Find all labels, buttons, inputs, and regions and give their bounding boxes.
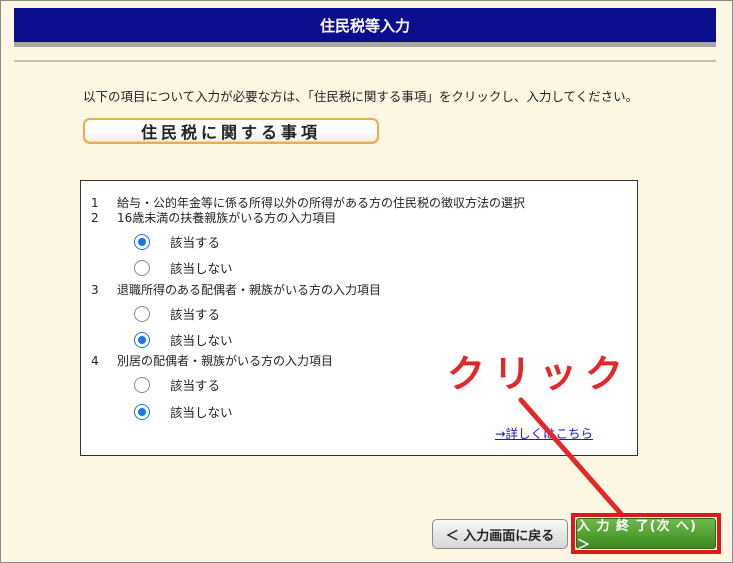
item-2-option-no[interactable]: 該当しない xyxy=(134,258,233,277)
item-2: 2 16歳未満の扶養親族がいる方の入力項目 xyxy=(80,209,336,226)
item-number: 1 xyxy=(91,196,99,210)
click-annotation: クリック xyxy=(447,352,632,396)
item-4-option-yes[interactable]: 該当する xyxy=(134,375,220,394)
item-3-option-yes[interactable]: 該当する xyxy=(134,304,220,323)
instruction-text: 以下の項目について入力が必要な方は、「住民税に関する事項」をクリックし、入力して… xyxy=(83,89,639,104)
radio-button[interactable] xyxy=(134,233,150,250)
option-label: 該当する xyxy=(170,307,221,322)
item-text: 16歳未満の扶養親族がいる方の入力項目 xyxy=(117,211,337,225)
back-to-input-button[interactable]: ＜ 入力画面に戻る xyxy=(432,519,568,549)
item-number: 3 xyxy=(91,283,99,297)
item-4: 4 別居の配偶者・親族がいる方の入力項目 xyxy=(80,352,333,369)
option-label: 該当しない xyxy=(170,261,233,276)
item-3: 3 退職所得のある配偶者・親族がいる方の入力項目 xyxy=(80,281,381,298)
divider xyxy=(14,60,716,62)
details-link[interactable]: →詳しくはこちら xyxy=(495,423,593,442)
radio-button[interactable] xyxy=(134,259,150,276)
item-text: 退職所得のある配偶者・親族がいる方の入力項目 xyxy=(117,283,382,297)
option-label: 該当しない xyxy=(170,405,233,420)
item-number: 2 xyxy=(91,211,99,225)
radio-button[interactable] xyxy=(134,331,150,348)
radio-button[interactable] xyxy=(134,305,150,322)
item-text: 給与・公的年金等に係る所得以外の所得がある方の住民税の徴収方法の選択 xyxy=(117,196,526,210)
item-text: 別居の配偶者・親族がいる方の入力項目 xyxy=(117,354,334,368)
radio-button[interactable] xyxy=(134,403,150,420)
option-label: 該当しない xyxy=(170,333,233,348)
option-label: 該当する xyxy=(170,235,221,250)
item-4-option-no[interactable]: 該当しない xyxy=(134,402,233,421)
item-2-option-yes[interactable]: 該当する xyxy=(134,232,220,251)
radio-button[interactable] xyxy=(134,376,150,393)
page-title: 住民税等入力 xyxy=(14,8,716,47)
finish-input-next-button[interactable]: 入 力 終 了(次 へ) ＞ xyxy=(576,518,716,553)
resident-tax-items-button[interactable]: 住民税に関する事項 xyxy=(83,118,379,144)
option-label: 該当する xyxy=(170,378,221,393)
item-3-option-no[interactable]: 該当しない xyxy=(134,330,233,349)
item-number: 4 xyxy=(91,354,99,368)
